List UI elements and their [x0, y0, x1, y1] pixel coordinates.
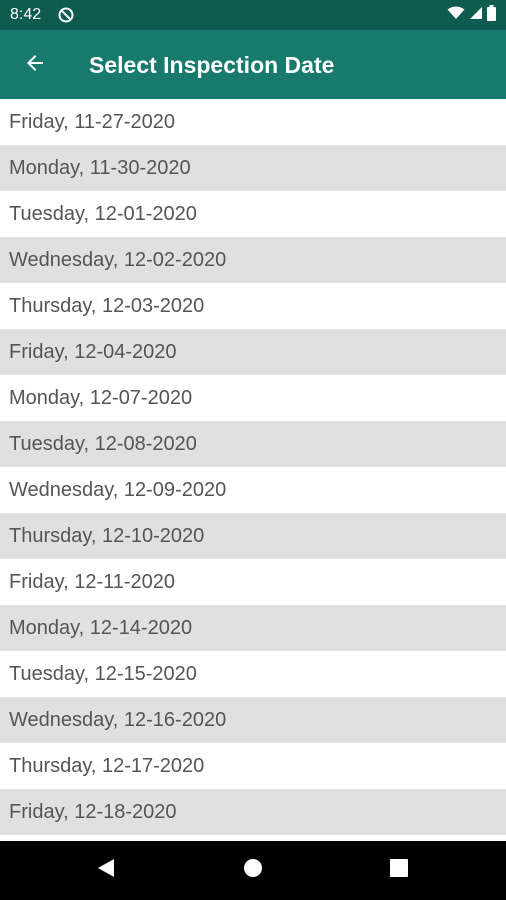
date-list-item[interactable]: Friday, 12-11-2020: [0, 559, 506, 605]
recents-square-icon: [390, 858, 408, 882]
signal-icon: [469, 6, 483, 25]
date-list-item[interactable]: Friday, 12-04-2020: [0, 329, 506, 375]
wifi-icon: [447, 6, 465, 25]
date-list-item[interactable]: Wednesday, 12-09-2020: [0, 467, 506, 513]
arrow-left-icon: [23, 51, 47, 80]
battery-icon: [487, 4, 496, 26]
nav-recents-button[interactable]: [381, 852, 417, 888]
date-list-item[interactable]: Wednesday, 12-02-2020: [0, 237, 506, 283]
date-list-item[interactable]: Tuesday, 12-08-2020: [0, 421, 506, 467]
date-list-item[interactable]: Friday, 11-27-2020: [0, 99, 506, 145]
date-list-item[interactable]: Friday, 12-18-2020: [0, 789, 506, 835]
status-bar: 8:42: [0, 0, 506, 30]
app-bar: Select Inspection Date: [0, 30, 506, 99]
date-list-item[interactable]: Thursday, 12-10-2020: [0, 513, 506, 559]
date-list-item[interactable]: Monday, 12-07-2020: [0, 375, 506, 421]
date-list-item[interactable]: Thursday, 12-17-2020: [0, 743, 506, 789]
back-button[interactable]: [14, 44, 56, 86]
status-time: 8:42: [10, 6, 42, 23]
date-list-item[interactable]: Wednesday, 12-16-2020: [0, 697, 506, 743]
date-list[interactable]: Friday, 11-27-2020 Monday, 11-30-2020 Tu…: [0, 99, 506, 841]
date-list-item[interactable]: Tuesday, 12-01-2020: [0, 191, 506, 237]
back-triangle-icon: [97, 858, 115, 883]
system-nav-bar: [0, 841, 506, 900]
date-list-item[interactable]: Tuesday, 12-15-2020: [0, 651, 506, 697]
nav-home-button[interactable]: [235, 852, 271, 888]
date-list-item[interactable]: Monday, 12-14-2020: [0, 605, 506, 651]
page-title: Select Inspection Date: [89, 52, 335, 78]
date-list-item[interactable]: Thursday, 12-03-2020: [0, 283, 506, 329]
dnd-icon: [58, 7, 74, 23]
status-icons: [447, 4, 496, 26]
home-circle-icon: [243, 858, 263, 883]
date-list-item[interactable]: Monday, 11-30-2020: [0, 145, 506, 191]
nav-back-button[interactable]: [88, 852, 124, 888]
